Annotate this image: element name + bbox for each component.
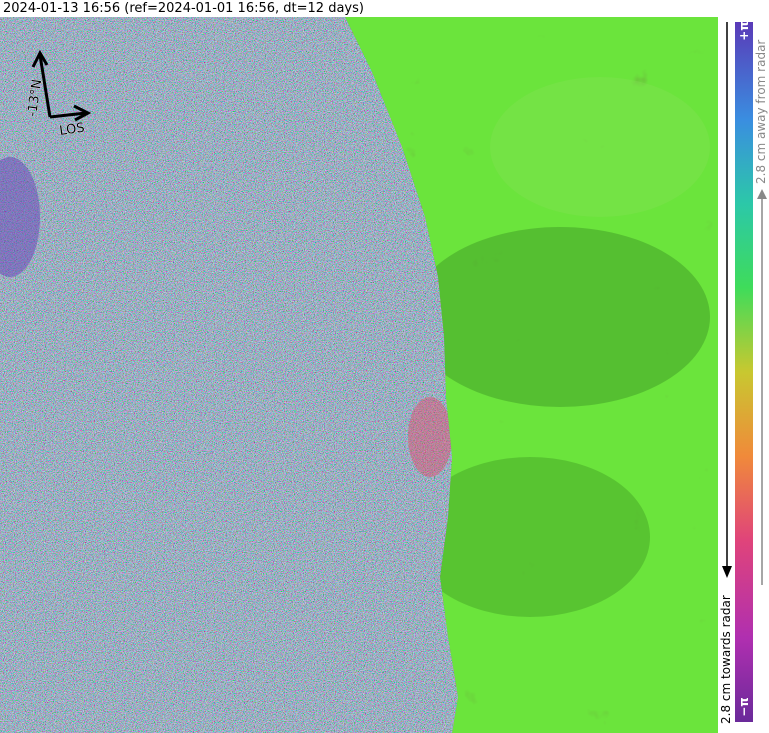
highlight-zone (490, 77, 710, 217)
shadow-zone (410, 227, 710, 407)
toward-arrow-icon (722, 22, 732, 578)
figure-title: 2024-01-13 16:56 (ref=2024-01-01 16:56, … (3, 1, 364, 16)
phase-colorbar (735, 22, 753, 722)
away-arrow-icon (757, 189, 767, 585)
towards-radar-label: 2.8 cm towards radar (719, 595, 733, 724)
colorbar-bottom-tick: −π (736, 697, 751, 717)
away-from-radar-label: 2.8 cm away from radar (754, 39, 768, 184)
interferogram-map[interactable]: -13°N LOS (0, 17, 718, 733)
